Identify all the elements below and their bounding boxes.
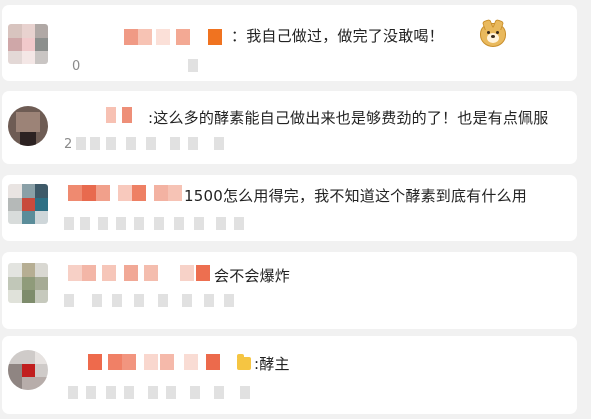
meta-mosaic	[68, 386, 264, 399]
comment-card: ：我自己做过，做完了没敢喝！ 0	[2, 5, 577, 81]
avatar[interactable]	[8, 106, 48, 146]
doge-icon	[480, 23, 506, 47]
comment-text: ：我自己做过，做完了没敢喝！	[231, 27, 444, 45]
comment-text: 会不会爆炸	[214, 267, 291, 285]
meta-mosaic	[188, 59, 198, 72]
comment-card: :这么多的酵素能自己做出来也是够费劲的了！也是有点佩服 2	[2, 91, 577, 164]
avatar[interactable]	[8, 263, 48, 303]
username-mosaic[interactable]	[124, 29, 234, 45]
comment-card: :酵主	[2, 336, 577, 414]
comment-text: 1500怎么用得完，我不知道这个酵素到底有什么用	[184, 187, 527, 205]
avatar[interactable]	[8, 184, 48, 224]
username-mosaic[interactable]	[68, 185, 184, 201]
comment-text: :这么多的酵素能自己做出来也是够费劲的了！也是有点佩服	[148, 109, 549, 127]
username-mosaic[interactable]	[94, 107, 144, 123]
comment-text: :酵主	[254, 355, 290, 373]
comment-meta: 0	[72, 59, 81, 74]
username-mosaic[interactable]	[68, 265, 214, 281]
avatar[interactable]	[8, 24, 48, 64]
avatar[interactable]	[8, 350, 48, 390]
folder-icon	[237, 354, 251, 370]
comment-card: 1500怎么用得完，我不知道这个酵素到底有什么用	[2, 175, 577, 241]
username-mosaic[interactable]	[88, 354, 230, 370]
meta-mosaic	[64, 217, 244, 230]
meta-mosaic	[64, 294, 244, 307]
meta-mosaic	[76, 137, 236, 150]
comment-card: 会不会爆炸	[2, 252, 577, 329]
comment-meta: 2	[64, 137, 73, 152]
